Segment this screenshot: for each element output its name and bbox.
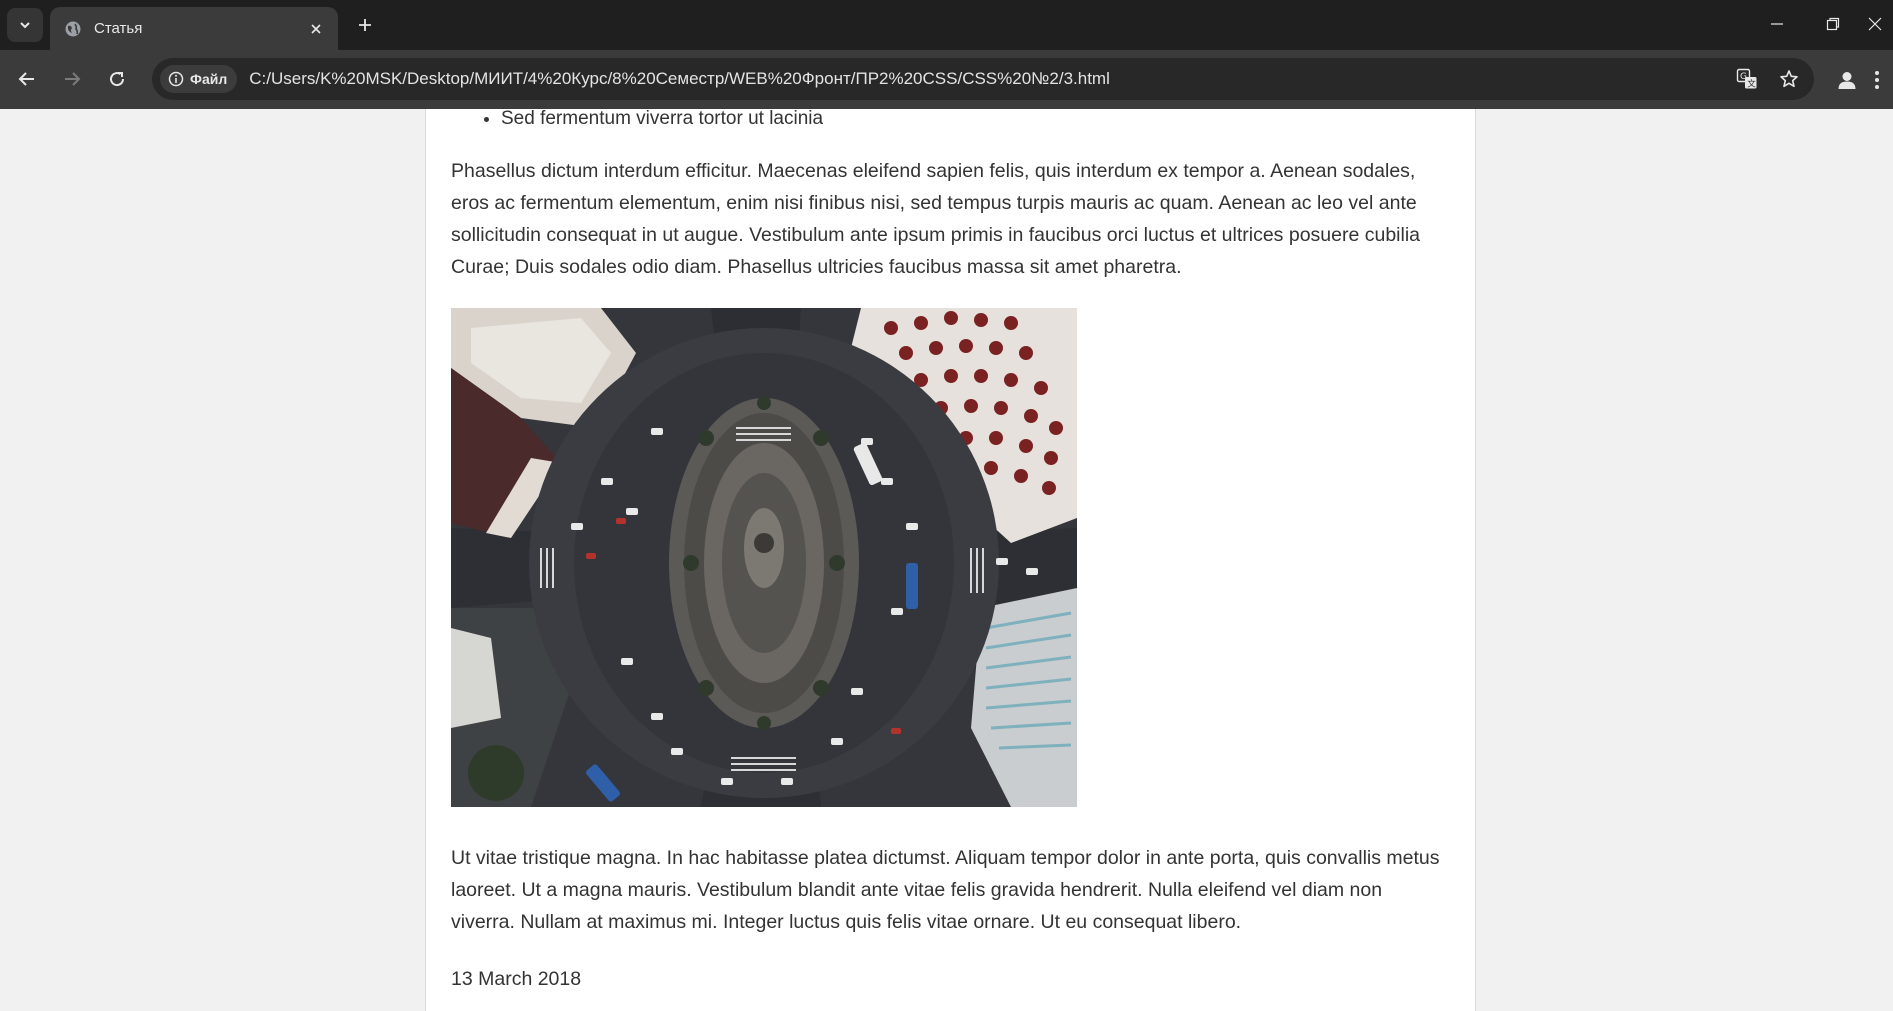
browser-toolbar: Файл C:/Users/K%20MSK/Desktop/МИИТ/4%20К… (0, 50, 1893, 109)
back-button[interactable] (10, 62, 44, 96)
translate-button[interactable]: G文 (1730, 62, 1764, 96)
article-paragraph: Ut vitae tristique magna. In hac habitas… (451, 847, 1440, 933)
translate-icon: G文 (1736, 68, 1757, 90)
bookmark-button[interactable] (1772, 62, 1806, 96)
person-icon (1838, 72, 1856, 89)
article-paragraph: Phasellus dictum interdum efficitur. Mae… (451, 160, 1421, 278)
restore-button[interactable] (1814, 8, 1852, 40)
new-tab-button[interactable] (350, 11, 380, 39)
reload-button[interactable] (100, 62, 134, 96)
restore-icon (1826, 17, 1840, 31)
site-info-chip[interactable]: Файл (160, 65, 238, 93)
tab-title: Статья (94, 20, 143, 37)
tab-strip: Статья (0, 0, 1893, 50)
tab-list-button[interactable] (7, 8, 43, 42)
article-container: Sed fermentum viverra tortor ut lacinia … (425, 109, 1476, 1011)
forward-button[interactable] (55, 62, 89, 96)
publish-date: 13 March 2018 (451, 968, 582, 990)
list-item: Sed fermentum viverra tortor ut lacinia (501, 109, 1451, 129)
kebab-icon (1875, 71, 1879, 89)
globe-icon (64, 20, 82, 38)
arrow-left-icon (18, 72, 34, 86)
info-icon (168, 71, 184, 87)
profile-button[interactable] (1830, 63, 1864, 97)
star-icon (1780, 70, 1798, 88)
page-viewport: Sed fermentum viverra tortor ut lacinia … (0, 109, 1893, 1011)
plus-icon (359, 19, 371, 31)
arrow-right-icon (65, 72, 81, 86)
roundabout-aerial-photo (451, 308, 1077, 807)
close-icon (311, 23, 321, 34)
tab-close-button[interactable] (304, 17, 328, 41)
minimize-button[interactable] (1758, 8, 1796, 40)
browser-menu-button[interactable] (1874, 63, 1893, 97)
bullet-list: Sed fermentum viverra tortor ut lacinia (451, 109, 1451, 129)
window-close-button[interactable] (1868, 8, 1893, 40)
site-info-label: Файл (190, 71, 228, 87)
minimize-icon (1771, 23, 1783, 25)
chevron-down-icon (20, 22, 30, 29)
url-text[interactable]: C:/Users/K%20MSK/Desktop/МИИТ/4%20Курс/8… (249, 69, 1730, 89)
reload-icon (110, 72, 125, 87)
svg-text:文: 文 (1747, 79, 1756, 90)
close-icon (1868, 17, 1882, 31)
active-tab[interactable]: Статья (50, 7, 338, 50)
address-bar[interactable]: Файл C:/Users/K%20MSK/Desktop/МИИТ/4%20К… (152, 58, 1814, 100)
